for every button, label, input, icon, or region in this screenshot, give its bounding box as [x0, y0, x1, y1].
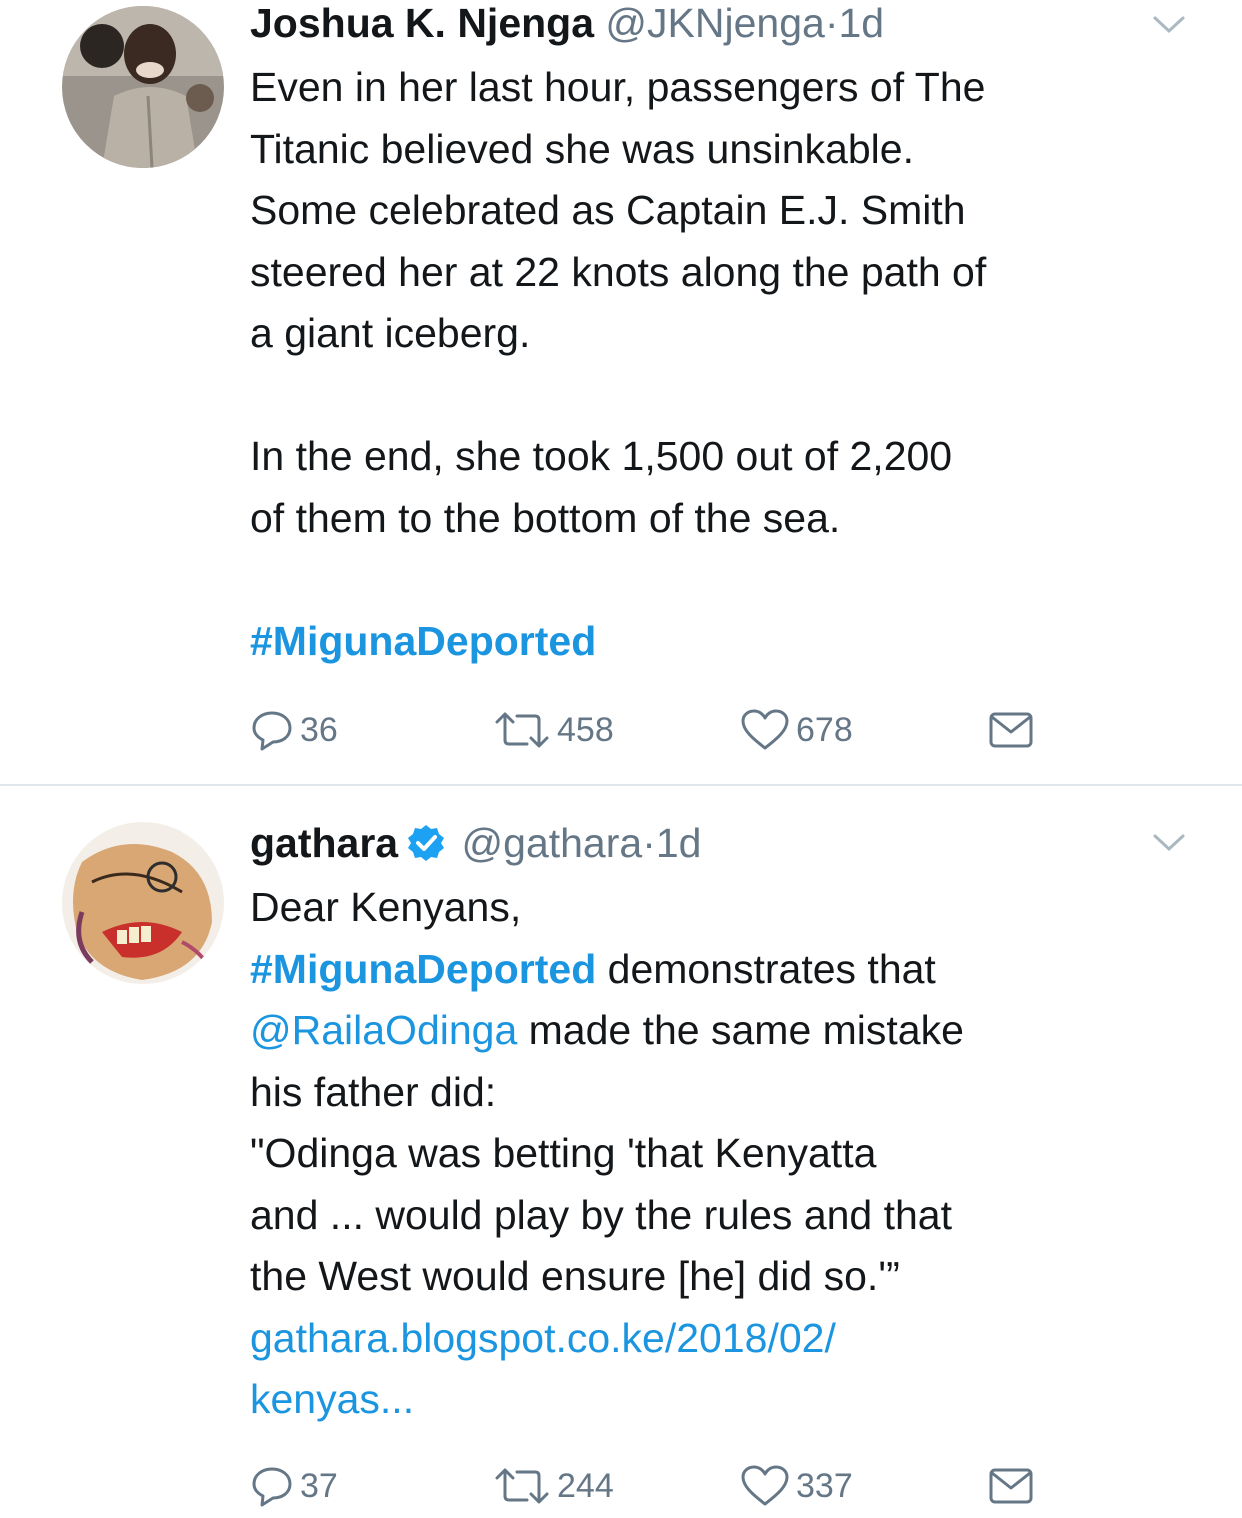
like-count: 337	[796, 1466, 853, 1505]
tweet-line: @RailaOdinga made the same mistake	[250, 1000, 1186, 1062]
tweet-content: gathara @gathara·1d Dear Kenyans, #Migun…	[250, 816, 1186, 1431]
reply-icon	[252, 1467, 292, 1507]
hashtag-link[interactable]: #MigunaDeported	[250, 946, 596, 992]
separator-dot: ·	[642, 820, 656, 866]
hashtag-link[interactable]: #MigunaDeported	[250, 618, 596, 664]
url-link[interactable]: kenyas...	[250, 1376, 414, 1422]
tweet-line: #MigunaDeported demonstrates that	[250, 939, 1186, 1001]
reply-count: 37	[300, 1466, 338, 1505]
like-button[interactable]: 678	[740, 707, 853, 753]
tweet-line: Dear Kenyans,	[250, 884, 522, 930]
like-button[interactable]: 337	[740, 1463, 853, 1509]
user-handle[interactable]: @JKNjenga	[605, 0, 824, 46]
retweet-count: 244	[557, 1466, 614, 1505]
tweet-line: "Odinga was betting 'that Kenyatta	[250, 1130, 877, 1176]
tweet-text-fragment: demonstrates that	[596, 945, 936, 992]
tweet-line: the West would ensure [he] did so.'”	[250, 1253, 900, 1299]
tweet-line: steered her at 22 knots along the path o…	[250, 248, 987, 295]
tweet-line: his father did:	[250, 1068, 497, 1115]
mention-link[interactable]: @RailaOdinga	[250, 1007, 517, 1053]
tweet-line: Some celebrated as Captain E.J. Smith	[250, 187, 966, 233]
tweet-line: Even in her last hour, passengers of The	[250, 64, 986, 110]
reply-count: 36	[300, 710, 338, 749]
separator-dot: ·	[824, 0, 839, 46]
reply-button[interactable]: 37	[250, 1463, 338, 1509]
like-count: 678	[796, 710, 853, 749]
verified-badge-icon	[408, 825, 445, 861]
url-link[interactable]: gathara.blogspot.co.ke/2018/02/	[250, 1315, 836, 1361]
tweet-text: Even in her last hour, passengers of The…	[250, 57, 1186, 672]
avatar[interactable]	[62, 6, 224, 168]
direct-message-icon	[989, 712, 1033, 748]
tweet-content: Joshua K. Njenga @JKNjenga·1d Even in he…	[250, 0, 1186, 672]
retweet-icon	[495, 712, 549, 748]
retweet-count: 458	[557, 710, 614, 749]
reply-icon	[252, 711, 292, 751]
tweet-text: Dear Kenyans, #MigunaDeported demonstrat…	[250, 877, 1186, 1431]
timestamp[interactable]: 1d	[656, 820, 702, 866]
tweet-header: gathara @gathara·1d	[250, 816, 1186, 870]
timestamp[interactable]: 1d	[838, 0, 884, 46]
retweet-icon	[495, 1468, 549, 1504]
tweet-header: Joshua K. Njenga @JKNjenga·1d	[250, 0, 1186, 50]
tweet[interactable]: gathara @gathara·1d Dear Kenyans, #Migun…	[0, 786, 1242, 1518]
direct-message-button[interactable]	[988, 707, 1034, 753]
like-icon	[741, 1465, 789, 1506]
tweet-actions: 37 244 337	[250, 1463, 1050, 1509]
tweet-text-fragment: made the same mistake	[517, 1007, 964, 1053]
tweet-line: and ... would play by the rules and that	[250, 1191, 953, 1238]
reply-button[interactable]: 36	[250, 707, 338, 753]
retweet-button[interactable]: 458	[493, 707, 614, 753]
tweet[interactable]: Joshua K. Njenga @JKNjenga·1d Even in he…	[0, 0, 1242, 786]
retweet-button[interactable]: 244	[493, 1463, 614, 1509]
tweet-line: Titanic believed she was unsinkable.	[250, 125, 914, 172]
display-name[interactable]: Joshua K. Njenga	[250, 0, 594, 46]
display-name[interactable]: gathara	[250, 820, 398, 866]
avatar[interactable]	[62, 822, 224, 984]
tweet-line: a giant iceberg.	[250, 310, 531, 356]
tweet-actions: 36 458 678	[250, 707, 1050, 753]
tweet-line: In the end, she took 1,500 out of 2,200	[250, 433, 953, 479]
user-handle[interactable]: @gathara	[462, 820, 643, 866]
like-icon	[741, 709, 789, 750]
direct-message-icon	[989, 1468, 1033, 1504]
direct-message-button[interactable]	[988, 1463, 1034, 1509]
tweet-line: of them to the bottom of the sea.	[250, 494, 841, 541]
